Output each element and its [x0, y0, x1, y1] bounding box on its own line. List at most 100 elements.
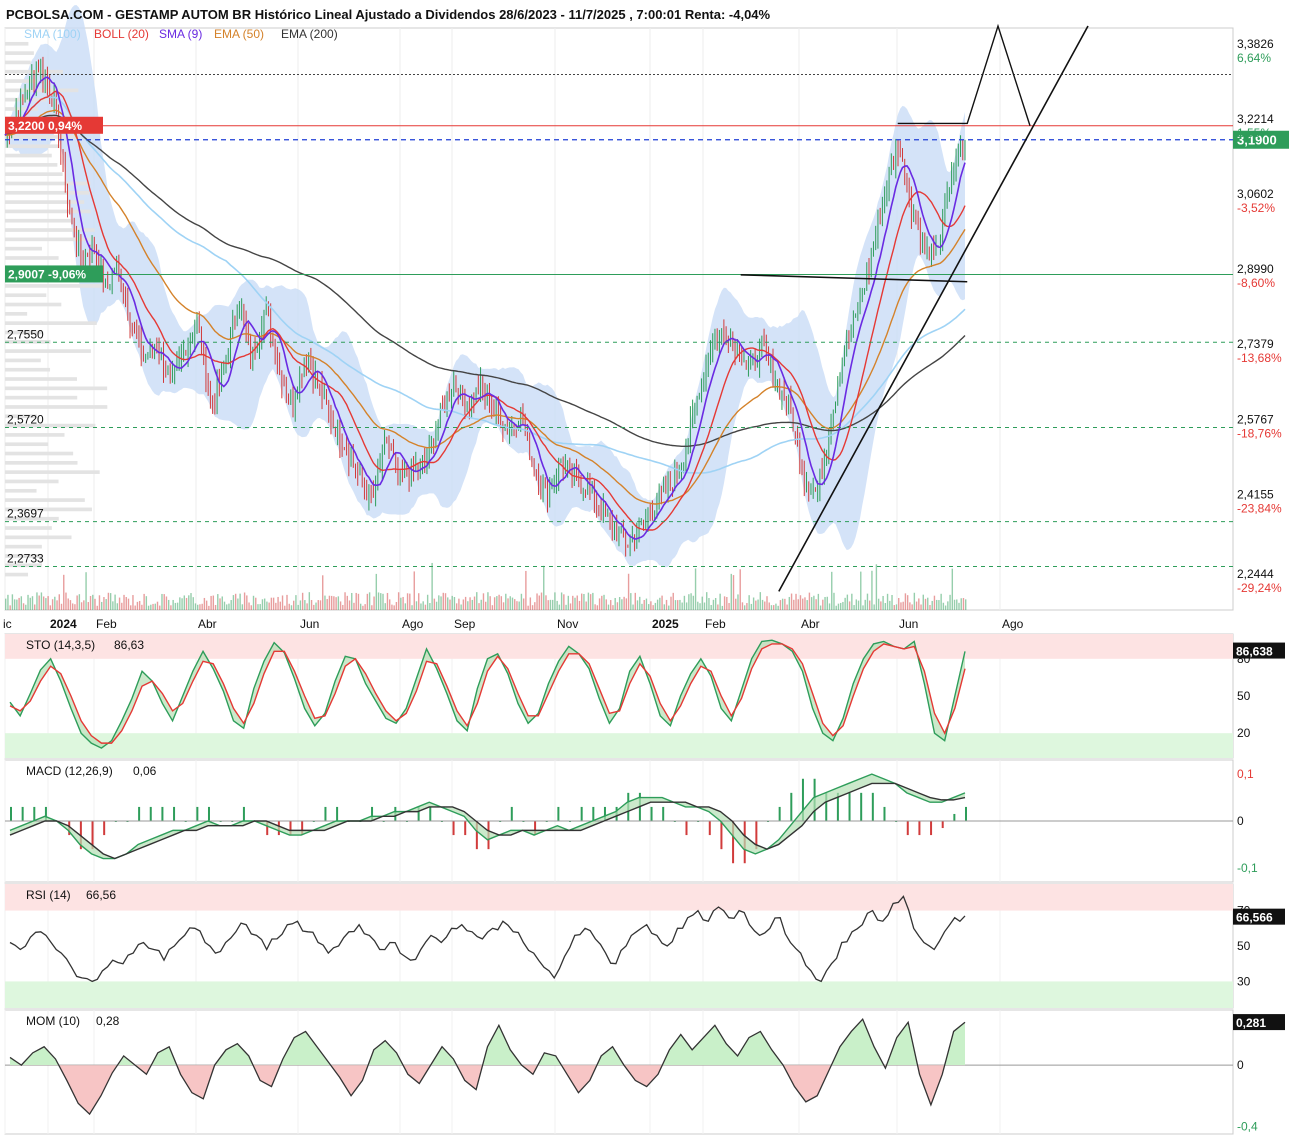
volume-bar: [404, 603, 407, 610]
volume-bar: [63, 574, 65, 610]
volume-bar: [965, 599, 967, 610]
volume-bar: [375, 573, 378, 610]
volume-bar: [219, 598, 221, 610]
volume-bar: [89, 595, 92, 610]
volume-bar: [47, 596, 49, 610]
volume-profile-bar: [5, 256, 59, 260]
volume-bar: [848, 601, 851, 610]
volume-bar: [223, 601, 226, 610]
volume-bar: [163, 594, 165, 610]
volume-bar: [525, 570, 527, 610]
volume-bar: [909, 602, 911, 610]
volume-bar: [45, 598, 47, 610]
volume-bar: [518, 601, 520, 610]
volume-profile-bar: [5, 246, 42, 251]
volume-profile-bar: [5, 60, 31, 65]
volume-bar: [261, 599, 264, 610]
panel-title: RSI (14): [26, 888, 71, 902]
volume-bar: [819, 605, 822, 610]
volume-bar: [415, 601, 418, 610]
volume-profile-bar: [5, 41, 29, 46]
volume-bar: [268, 602, 270, 610]
volume-profile-bar: [5, 433, 65, 437]
volume-bar: [359, 603, 362, 610]
volume-bar: [473, 596, 476, 610]
volume-bar: [842, 601, 844, 610]
volume-bar: [924, 598, 927, 610]
volume-bar: [357, 593, 360, 610]
volume-bar: [697, 601, 699, 610]
volume-bar: [185, 597, 188, 610]
volume-bar: [514, 599, 516, 610]
volume-bar: [51, 599, 54, 610]
volume-bar: [735, 598, 737, 610]
volume-profile-bar: [5, 135, 76, 139]
level-label: 2,5720: [7, 412, 44, 426]
volume-profile-bar: [5, 172, 63, 176]
volume-bar: [659, 597, 661, 610]
volume-bar: [817, 593, 820, 610]
volume-bar: [726, 596, 728, 610]
volume-bar: [326, 599, 328, 610]
volume-bar: [237, 598, 239, 610]
volume-bar: [418, 593, 420, 610]
volume-bar: [826, 596, 828, 610]
panel-title: MOM (10): [26, 1014, 80, 1028]
volume-bar: [342, 604, 344, 610]
volume-bar: [920, 604, 922, 610]
volume-profile-bar: [5, 163, 58, 167]
volume-bar: [373, 596, 375, 610]
volume-bar: [315, 602, 317, 610]
x-tick-label: Feb: [96, 617, 117, 631]
volume-bar: [935, 599, 938, 610]
macd-hist-bar: [336, 806, 339, 821]
volume-bar: [958, 602, 960, 610]
volume-bar: [449, 599, 451, 610]
volume-bar: [860, 571, 862, 610]
volume-bar: [420, 603, 422, 610]
volume-bar: [147, 605, 150, 610]
volume-bar: [130, 605, 132, 610]
volume-bar: [199, 604, 201, 610]
volume-bar: [743, 605, 746, 610]
volume-bar: [74, 604, 76, 610]
last-value-label: 66,566: [1236, 911, 1273, 925]
volume-bar: [846, 594, 849, 610]
volume-bar: [741, 602, 744, 610]
volume-bar: [871, 570, 873, 610]
volume-bar: [739, 569, 741, 610]
volume-bar: [335, 597, 337, 610]
volume-bar: [565, 604, 567, 610]
volume-bar: [101, 601, 103, 610]
volume-bar: [875, 564, 878, 610]
volume-bar: [960, 598, 962, 610]
resistance-label: 3,2200 0,94%: [8, 119, 82, 133]
volume-bar: [123, 594, 125, 610]
volume-bar: [339, 601, 342, 610]
volume-bar: [170, 605, 172, 610]
volume-bar: [201, 603, 203, 610]
volume-bar: [266, 601, 268, 610]
y-tick-label: -0,4: [1237, 1119, 1258, 1133]
volume-bar: [295, 595, 297, 610]
legend-item-0: SMA (100): [24, 27, 81, 41]
volume-bar: [406, 593, 409, 610]
volume-bar: [915, 601, 918, 610]
x-tick-label: Jun: [300, 617, 319, 631]
panel-value: 86,63: [114, 638, 144, 652]
volume-bar: [951, 568, 954, 610]
volume-profile-bar: [5, 535, 72, 540]
volume-bar: [380, 593, 382, 610]
volume-bar: [953, 599, 956, 610]
volume-bar: [516, 601, 518, 610]
volume-bar: [152, 603, 154, 610]
volume-bar: [49, 605, 52, 610]
macd-hist-bar: [871, 792, 874, 821]
volume-bar: [154, 603, 156, 610]
volume-bar: [719, 593, 721, 610]
volume-bar: [487, 592, 489, 610]
volume-bar: [603, 594, 605, 610]
volume-bar: [134, 605, 136, 610]
volume-bar: [685, 602, 688, 610]
volume-bar: [797, 599, 799, 610]
